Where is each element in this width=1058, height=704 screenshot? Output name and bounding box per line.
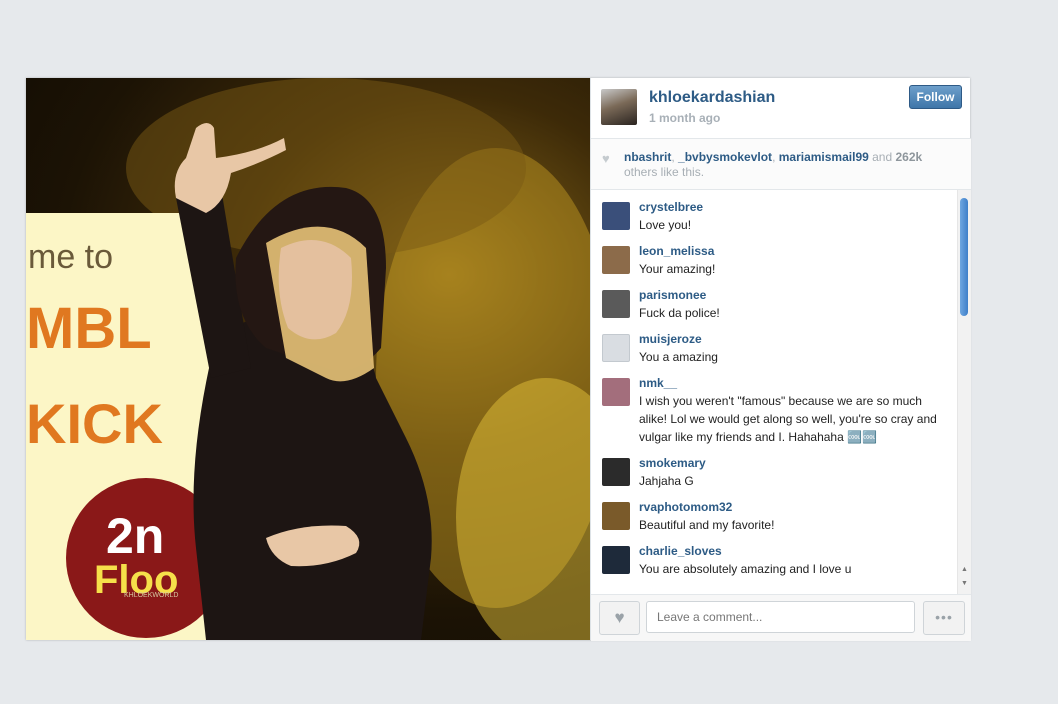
comment-username[interactable]: rvaphotomom32 [639, 498, 955, 516]
comments-scrollbar[interactable]: ▲ ▼ [957, 190, 971, 594]
comment-username[interactable]: smokemary [639, 454, 955, 472]
comment-username[interactable]: leon_melissa [639, 242, 955, 260]
commenter-avatar[interactable] [602, 246, 630, 274]
commenter-avatar[interactable] [602, 290, 630, 318]
more-options-button[interactable]: ••• [923, 601, 965, 635]
svg-text:KICK: KICK [26, 392, 163, 455]
comment-item: crystelbree Love you! [591, 190, 955, 234]
post-timestamp[interactable]: 1 month ago [649, 111, 720, 125]
follow-button[interactable]: Follow [909, 85, 962, 109]
photo-illustration: me to MBL KICK 2n Floo KHLOEKWORLD [26, 78, 590, 640]
svg-text:me to: me to [28, 238, 113, 276]
commenter-avatar[interactable] [602, 334, 630, 362]
comment-username[interactable]: nmk__ [639, 374, 955, 392]
comment-text: I wish you weren't "famous" because we a… [639, 394, 937, 444]
comment-text: Fuck da police! [639, 306, 720, 320]
comment-item: charlie_sloves You are absolutely amazin… [591, 534, 955, 578]
commenter-avatar[interactable] [602, 458, 630, 486]
heart-icon: ♥ [602, 151, 610, 166]
scroll-down-icon[interactable]: ▼ [961, 580, 968, 587]
comment-item: parismonee Fuck da police! [591, 278, 955, 322]
comment-item: smokemary Jahjaha G [591, 446, 955, 490]
comment-text: You a amazing [639, 350, 718, 364]
liker-link[interactable]: nbashrit [624, 150, 671, 164]
comments-list[interactable]: crystelbree Love you! leon_melissa Your … [591, 190, 955, 594]
like-button[interactable]: ♥ [599, 601, 640, 635]
ellipsis-icon: ••• [935, 609, 953, 625]
scrollbar-thumb[interactable] [960, 198, 968, 316]
comment-item: leon_melissa Your amazing! [591, 234, 955, 278]
comment-text: Love you! [639, 218, 692, 232]
comment-item: muisjeroze You a amazing [591, 322, 955, 366]
svg-text:2n: 2n [106, 508, 164, 564]
comment-item: rvaphotomom32 Beautiful and my favorite! [591, 490, 955, 534]
commenter-avatar[interactable] [602, 546, 630, 574]
post-header: khloekardashian 1 month ago Follow [591, 78, 971, 139]
comment-input[interactable] [646, 601, 915, 633]
comment-username[interactable]: muisjeroze [639, 330, 955, 348]
likes-rest: others like this. [624, 165, 705, 179]
comment-username[interactable]: parismonee [639, 286, 955, 304]
author-avatar[interactable] [601, 89, 637, 125]
likes-and: and [868, 150, 896, 164]
commenter-avatar[interactable] [602, 378, 630, 406]
likes-separator: , [671, 150, 679, 164]
comment-text: Your amazing! [639, 262, 716, 276]
comment-text: Jahjaha G [639, 474, 694, 488]
comment-text: Beautiful and my favorite! [639, 518, 775, 532]
post-photo[interactable]: me to MBL KICK 2n Floo KHLOEKWORLD [26, 78, 590, 640]
heart-icon: ♥ [614, 608, 625, 627]
svg-text:MBL: MBL [26, 296, 152, 361]
likes-count[interactable]: 262k [896, 150, 923, 164]
post-card: me to MBL KICK 2n Floo KHLOEKWORLD khloe… [26, 78, 971, 641]
photo-watermark: KHLOEKWORLD [124, 592, 178, 599]
comment-footer: ♥ ••• [591, 594, 971, 641]
post-sidebar: khloekardashian 1 month ago Follow ♥ nba… [590, 78, 971, 641]
comment-item: nmk__ I wish you weren't "famous" becaus… [591, 366, 955, 446]
comment-username[interactable]: charlie_sloves [639, 542, 955, 560]
liker-link[interactable]: mariamismail99 [779, 150, 869, 164]
commenter-avatar[interactable] [602, 202, 630, 230]
scroll-up-icon[interactable]: ▲ [961, 566, 968, 573]
likes-summary: ♥ nbashrit, _bvbysmokevlot, mariamismail… [591, 139, 971, 190]
comment-username[interactable]: crystelbree [639, 198, 955, 216]
author-username[interactable]: khloekardashian [649, 89, 775, 107]
likes-line: nbashrit, _bvbysmokevlot, mariamismail99… [624, 150, 922, 164]
likes-separator: , [772, 150, 779, 164]
comment-text: You are absolutely amazing and I love u [639, 562, 852, 576]
commenter-avatar[interactable] [602, 502, 630, 530]
liker-link[interactable]: _bvbysmokevlot [678, 150, 772, 164]
